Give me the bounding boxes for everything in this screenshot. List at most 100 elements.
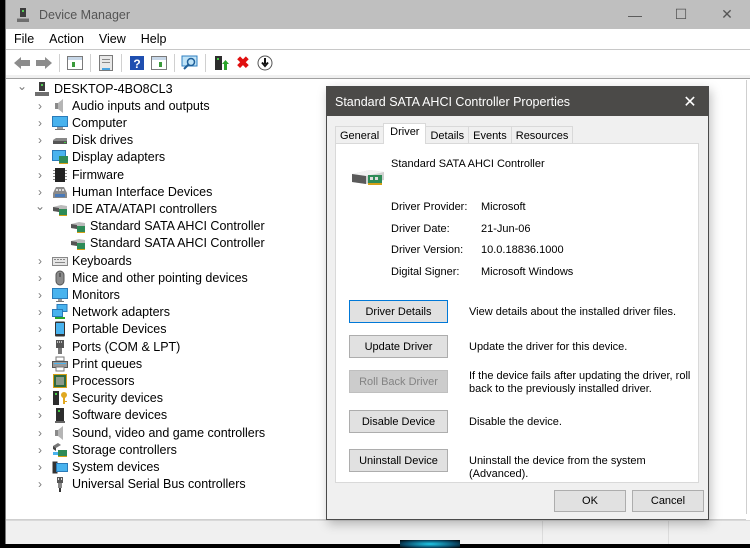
chevron-right-icon[interactable]: ›	[34, 271, 46, 285]
disable-device-description: Disable the device.	[469, 416, 562, 428]
chevron-down-icon[interactable]: ⌄	[34, 199, 46, 213]
tree-category[interactable]: › Portable Devices	[34, 321, 167, 338]
tree-category[interactable]: › Software devices	[34, 407, 167, 424]
info-label: Driver Provider:	[391, 201, 468, 213]
port-icon	[52, 339, 68, 355]
info-label: Driver Date:	[391, 223, 450, 235]
tree-category[interactable]: › Firmware	[34, 166, 124, 183]
chevron-right-icon[interactable]: ›	[34, 357, 46, 371]
tree-item-label: Portable Devices	[72, 322, 167, 337]
tree-category[interactable]: › Security devices	[34, 390, 163, 407]
tree-category[interactable]: › Computer	[34, 114, 127, 131]
chevron-right-icon[interactable]: ›	[34, 150, 46, 164]
dialog-title-bar[interactable]: Standard SATA AHCI Controller Properties…	[327, 87, 708, 116]
menu-file[interactable]: File	[6, 32, 41, 46]
disable-device-icon[interactable]	[255, 54, 275, 72]
forward-arrow-icon[interactable]	[34, 54, 54, 72]
chevron-right-icon[interactable]: ›	[34, 168, 46, 182]
chevron-down-icon[interactable]: ⌄	[16, 79, 28, 93]
tree-item-label: System devices	[72, 459, 160, 474]
cancel-button[interactable]: Cancel	[632, 490, 704, 512]
tree-device-item[interactable]: Standard SATA AHCI Controller	[52, 218, 265, 235]
properties-icon[interactable]	[96, 54, 116, 72]
tree-category[interactable]: › Storage controllers	[34, 441, 177, 458]
tree-category[interactable]: ⌄ IDE ATA/ATAPI controllers	[34, 199, 217, 217]
tree-category[interactable]: › Keyboards	[34, 252, 132, 269]
tree-item-label: Computer	[72, 115, 127, 130]
update-driver-button[interactable]: Update Driver	[349, 335, 448, 358]
tree-category[interactable]: › Ports (COM & LPT)	[34, 338, 180, 355]
computer-root-icon	[34, 81, 50, 97]
tab-events[interactable]: Events	[468, 126, 512, 144]
chevron-right-icon[interactable]: ›	[34, 408, 46, 422]
tree-category[interactable]: › System devices	[34, 458, 160, 475]
tree-category[interactable]: › Print queues	[34, 355, 142, 372]
back-arrow-icon[interactable]	[12, 54, 32, 72]
chevron-right-icon[interactable]: ›	[34, 391, 46, 405]
chevron-right-icon[interactable]: ›	[34, 460, 46, 474]
tree-category[interactable]: › Processors	[34, 372, 135, 389]
portable-device-icon	[52, 321, 68, 337]
chevron-right-icon[interactable]: ›	[34, 185, 46, 199]
menu-help[interactable]: Help	[133, 32, 174, 46]
status-divider	[668, 521, 669, 544]
tree-category[interactable]: › Universal Serial Bus controllers	[34, 476, 246, 493]
status-bar	[6, 520, 750, 544]
close-button[interactable]: ✕	[704, 0, 750, 29]
chevron-right-icon[interactable]: ›	[34, 116, 46, 130]
tree-category[interactable]: › Display adapters	[34, 149, 165, 166]
maximize-button[interactable]: ☐	[658, 0, 704, 29]
uninstall-device-icon[interactable]: ✖	[233, 54, 253, 72]
ok-button[interactable]: OK	[554, 490, 626, 512]
chevron-right-icon[interactable]: ›	[34, 254, 46, 268]
tree-category[interactable]: › Network adapters	[34, 304, 170, 321]
chevron-right-icon[interactable]: ›	[34, 305, 46, 319]
tree-category[interactable]: › Audio inputs and outputs	[34, 97, 210, 114]
uninstall-device-button[interactable]: Uninstall Device	[349, 449, 448, 472]
menu-view[interactable]: View	[91, 32, 133, 46]
help-icon[interactable]: ?	[127, 54, 147, 72]
chevron-right-icon[interactable]: ›	[34, 133, 46, 147]
disable-device-button[interactable]: Disable Device	[349, 410, 448, 433]
show-hide-console-tree-icon[interactable]	[65, 54, 85, 72]
minimize-button[interactable]: —	[612, 0, 658, 29]
chevron-right-icon[interactable]: ›	[34, 322, 46, 336]
speaker-icon	[52, 98, 68, 114]
dialog-close-button[interactable]: ✕	[672, 87, 708, 116]
tree-device-item[interactable]: Standard SATA AHCI Controller	[52, 235, 265, 252]
scan-hardware-changes-icon[interactable]	[180, 54, 200, 72]
tab-driver[interactable]: Driver	[383, 123, 427, 144]
chevron-right-icon[interactable]: ›	[34, 426, 46, 440]
tree-item-label: Processors	[72, 373, 135, 388]
tree-category[interactable]: › Mice and other pointing devices	[34, 269, 248, 286]
window-title: Device Manager	[39, 7, 131, 22]
keyboard-icon	[52, 253, 68, 269]
tree-category[interactable]: › Monitors	[34, 286, 120, 303]
title-bar[interactable]: Device Manager — ☐ ✕	[6, 0, 750, 29]
driver-details-button[interactable]: Driver Details	[349, 300, 448, 323]
info-label: Driver Version:	[391, 244, 464, 256]
roll-back-driver-button: Roll Back Driver	[349, 370, 448, 393]
chevron-right-icon[interactable]: ›	[34, 340, 46, 354]
action-pane-icon[interactable]	[149, 54, 169, 72]
menu-action[interactable]: Action	[41, 32, 91, 46]
chevron-right-icon[interactable]: ›	[34, 99, 46, 113]
toolbar: ? ✖	[6, 51, 750, 74]
chevron-right-icon[interactable]: ›	[34, 477, 46, 491]
tab-general[interactable]: General	[335, 126, 385, 144]
tree-category[interactable]: › Human Interface Devices	[34, 183, 212, 200]
tree-category[interactable]: › Disk drives	[34, 132, 133, 149]
tab-resources[interactable]: Resources	[510, 126, 574, 144]
tree-root-computer[interactable]: ⌄ DESKTOP-4BO8CL3	[16, 79, 173, 97]
chevron-right-icon[interactable]: ›	[34, 374, 46, 388]
tree-category[interactable]: › Sound, video and game controllers	[34, 424, 265, 441]
update-driver-icon[interactable]	[211, 54, 231, 72]
tab-details[interactable]: Details	[425, 126, 470, 144]
network-adapter-icon	[52, 304, 68, 320]
tree-item-label: Sound, video and game controllers	[72, 425, 266, 440]
chevron-right-icon[interactable]: ›	[34, 288, 46, 302]
hid-icon	[52, 184, 68, 200]
tree-item-label: Human Interface Devices	[72, 184, 213, 199]
chevron-right-icon[interactable]: ›	[34, 443, 46, 457]
dialog-title: Standard SATA AHCI Controller Properties	[335, 94, 571, 109]
